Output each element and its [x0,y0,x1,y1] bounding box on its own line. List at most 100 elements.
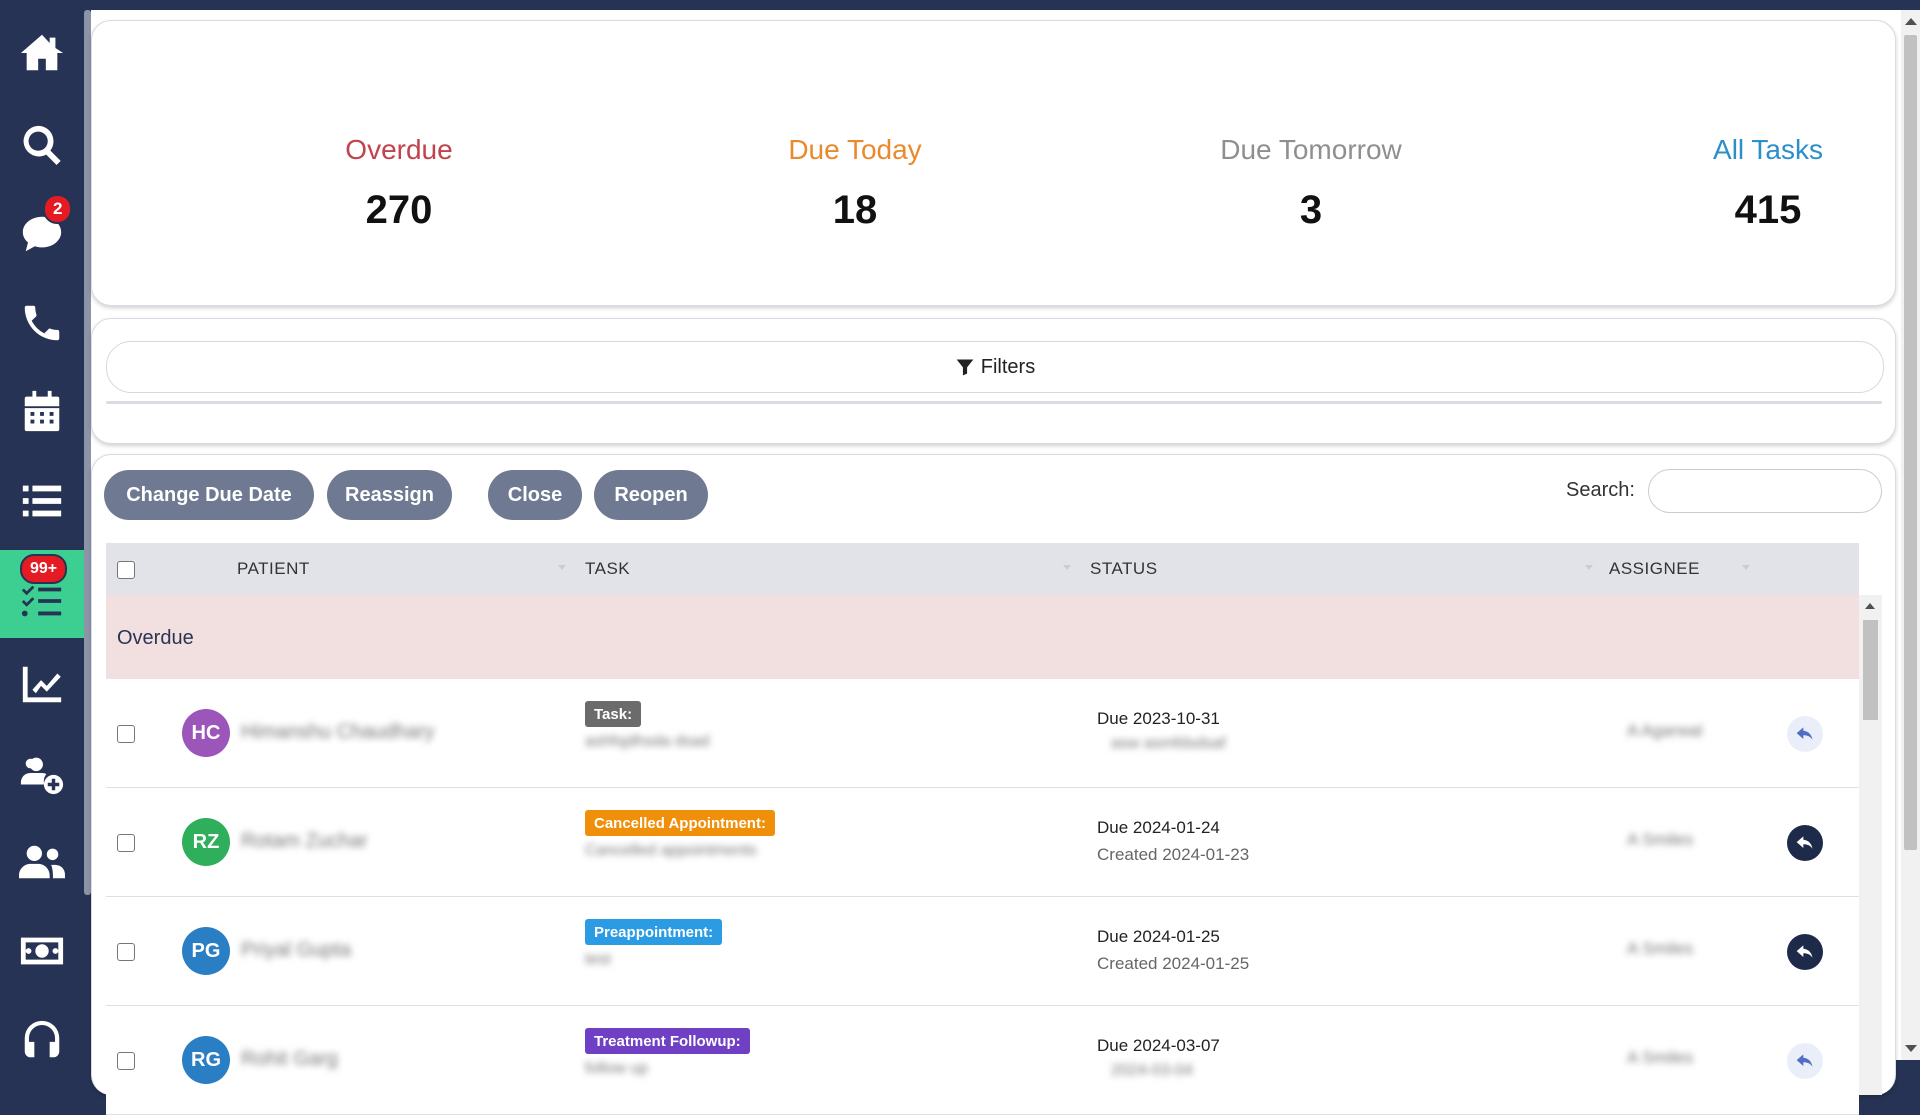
stat-due-today[interactable]: Due Today 18 [705,134,1005,233]
close-button[interactable]: Close [488,470,582,520]
reopen-button[interactable]: Reopen [594,470,708,520]
assignee-name: A Agarwal [1627,721,1703,740]
sort-icon [1742,565,1750,570]
sort-icon [1063,565,1071,570]
task-description: test [585,951,611,968]
filter-icon [956,359,974,376]
sidebar-item-users[interactable] [0,819,84,905]
reply-button[interactable] [1787,1043,1823,1079]
task-type-tag: Task: [585,701,642,727]
scroll-up-arrow[interactable] [1865,603,1875,609]
stat-due-tomorrow[interactable]: Due Tomorrow 3 [1161,134,1461,233]
search-label: Search: [1566,479,1635,501]
stat-due-tomorrow-label: Due Tomorrow [1220,134,1402,165]
stat-overdue-value: 270 [365,188,433,232]
sidebar: 2 99+ [0,0,84,1060]
home-icon [20,34,64,71]
tasks-icon [21,585,62,617]
stat-overdue[interactable]: Overdue 270 [249,134,549,233]
sidebar-item-billing[interactable] [0,908,84,994]
column-header-task[interactable]: TASK [585,559,630,579]
task-summary-card: Overdue 270 Due Today 18 Due Tomorrow 3 … [91,20,1896,306]
sort-icon [558,565,566,570]
sidebar-item-list[interactable] [0,458,84,544]
due-date: Due 2024-01-24 [1097,818,1220,837]
table-row[interactable]: RG Rohit Garg Treatment Followup: follow… [106,1006,1859,1115]
phone-icon [24,305,60,341]
page-scrollbar[interactable] [1901,10,1920,1060]
search-input[interactable] [1648,469,1882,513]
patient-name[interactable]: Priyal Gupta [241,939,351,962]
table-scrollbar[interactable] [1859,595,1882,1095]
column-header-patient[interactable]: PATIENT [237,559,310,579]
stat-all-tasks-label: All Tasks [1713,134,1823,165]
stat-due-today-label: Due Today [788,134,922,165]
created-date: asw asmfdsdsaf [1111,735,1226,752]
tasks-badge: 99+ [20,554,68,584]
filters-card: Filters [91,318,1896,444]
group-row-overdue: Overdue [106,595,1859,679]
top-border [0,0,1920,10]
created-date: Created 2024-01-23 [1097,845,1250,864]
task-description: Cancelled appointments [585,842,757,859]
sidebar-item-add-users[interactable] [0,730,84,816]
task-type-tag: Treatment Followup: [585,1028,750,1054]
filters-label: Filters [980,355,1036,378]
table-row[interactable]: HC Himanshu Chaudhary Task: ashfsjdhsda … [106,679,1859,788]
sort-icon [1585,565,1593,570]
calendar-icon [24,390,60,432]
sidebar-item-tasks[interactable]: 99+ [0,550,84,638]
column-header-assignee[interactable]: ASSIGNEE [1609,559,1700,579]
reply-icon [1796,945,1813,958]
sidebar-item-messages[interactable]: 2 [0,191,84,277]
scroll-up-arrow[interactable] [1905,18,1917,25]
sidebar-item-analytics[interactable] [0,641,84,727]
table-row[interactable]: RZ Rotam Zuchar Cancelled Appointment: C… [106,788,1859,897]
created-date: Created 2024-01-25 [1097,954,1250,973]
avatar: RG [182,1036,230,1084]
assignee-name: A Smiles [1627,939,1694,958]
sidebar-item-search[interactable] [0,102,84,188]
add-users-icon [20,757,64,795]
row-checkbox[interactable] [117,725,135,743]
avatar: HC [182,709,230,757]
reply-icon [1796,836,1813,849]
sidebar-item-calendar[interactable] [0,369,84,455]
sidebar-item-home[interactable] [0,10,84,96]
avatar: PG [182,927,230,975]
stat-overdue-label: Overdue [345,134,453,165]
scroll-thumb[interactable] [1863,620,1878,720]
reply-button[interactable] [1787,716,1823,752]
reply-button[interactable] [1787,825,1823,861]
select-all-checkbox[interactable] [117,561,135,579]
headset-icon [24,1020,60,1058]
reply-icon [1796,727,1813,740]
reply-icon [1796,1054,1813,1067]
task-description: ashfsjdhsda dsad [585,733,710,750]
sidebar-item-calls[interactable] [0,280,84,366]
main-content: Overdue 270 Due Today 18 Due Tomorrow 3 … [91,10,1901,1115]
sidebar-item-support[interactable] [0,997,84,1083]
avatar: RZ [182,818,230,866]
scroll-thumb[interactable] [1904,35,1917,850]
list-icon [22,485,62,517]
reassign-button[interactable]: Reassign [327,470,452,520]
column-header-status[interactable]: STATUS [1090,559,1158,579]
reply-button[interactable] [1787,934,1823,970]
stat-all-tasks[interactable]: All Tasks 415 [1618,134,1918,233]
stat-due-tomorrow-value: 3 [1299,188,1323,232]
table-header: PATIENT TASK STATUS ASSIGNEE [106,543,1859,595]
filters-button[interactable]: Filters [106,341,1884,393]
row-checkbox[interactable] [117,943,135,961]
table-row[interactable]: PG Priyal Gupta Preappointment: test Due… [106,897,1859,1006]
patient-name[interactable]: Himanshu Chaudhary [241,721,434,744]
users-icon [19,845,65,879]
row-checkbox[interactable] [117,1052,135,1070]
scroll-down-arrow[interactable] [1905,1045,1917,1052]
change-due-date-button[interactable]: Change Due Date [104,470,314,520]
due-date: Due 2024-03-07 [1097,1036,1220,1055]
patient-name[interactable]: Rotam Zuchar [241,830,368,853]
messages-badge: 2 [43,194,73,224]
row-checkbox[interactable] [117,834,135,852]
created-date: 2024-03-04 [1111,1062,1193,1079]
